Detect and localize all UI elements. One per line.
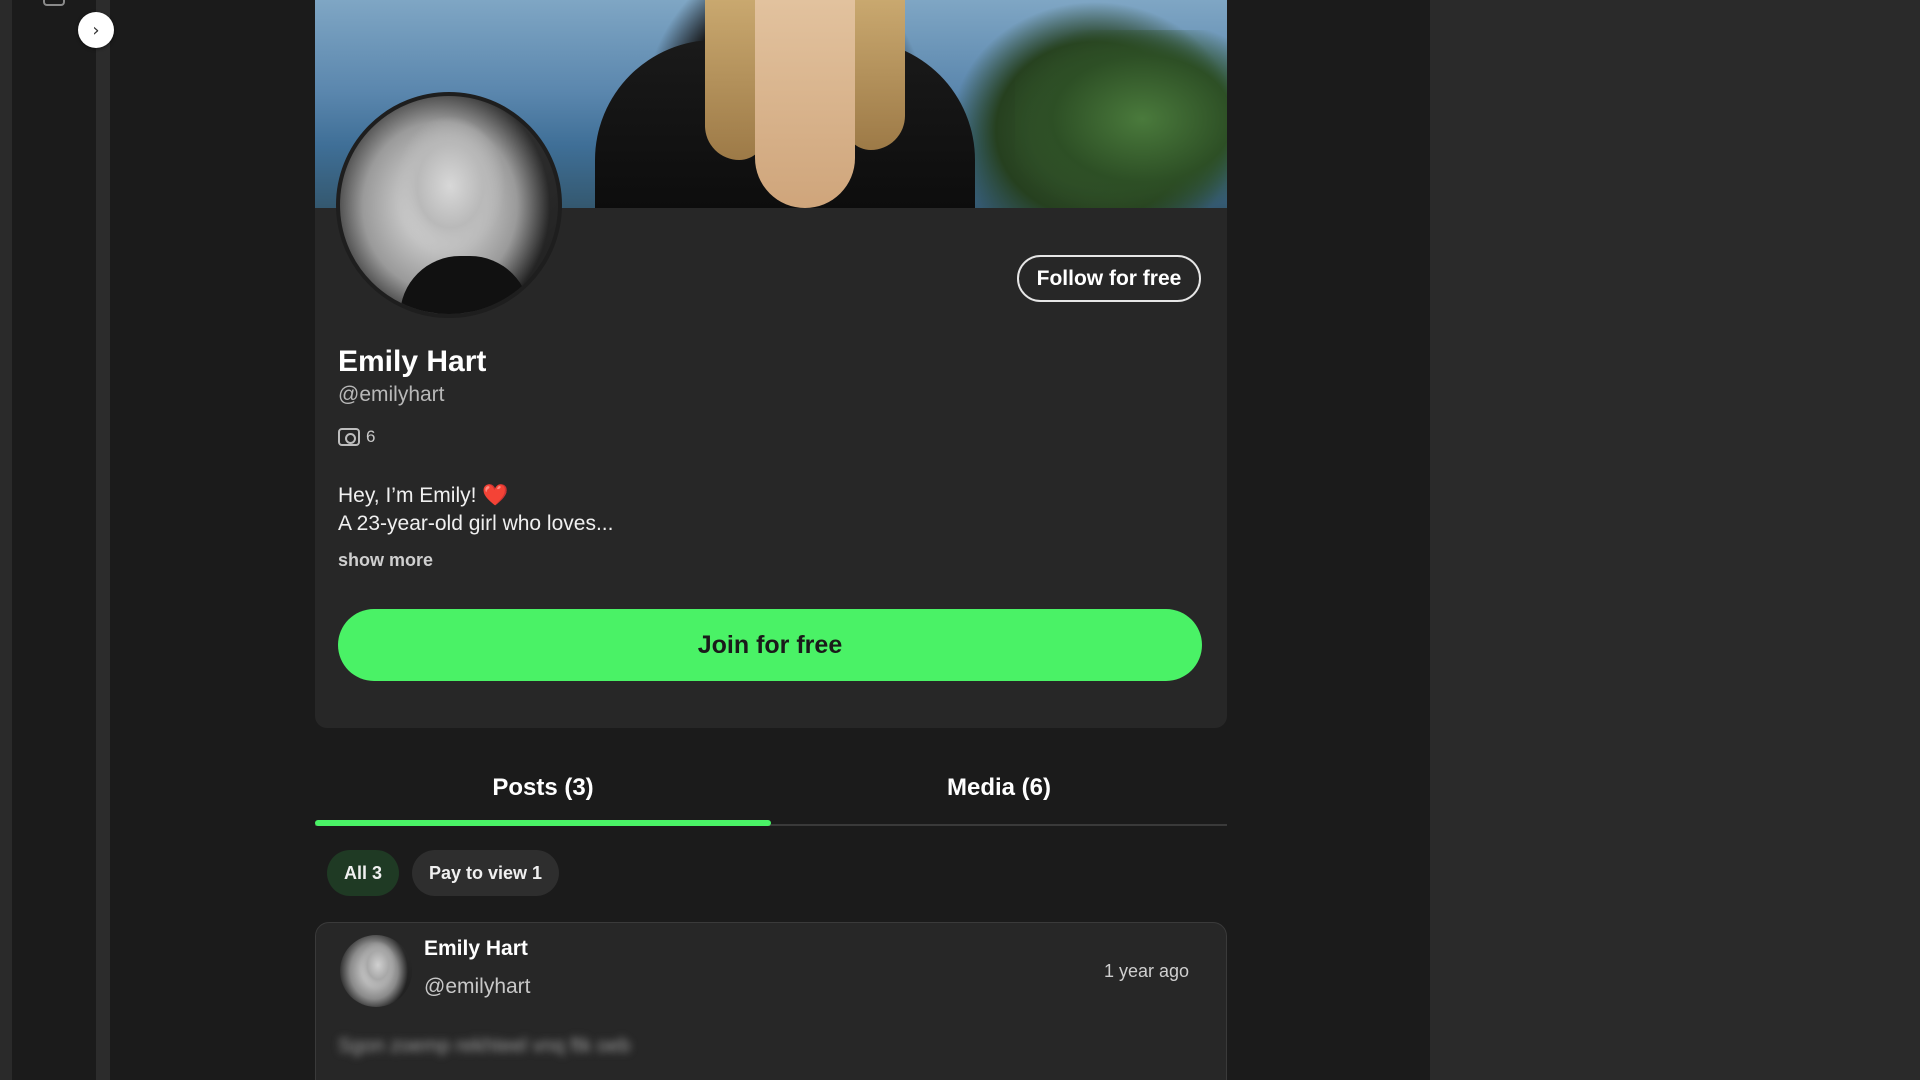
media-count-value: 6 xyxy=(366,427,376,446)
post-timestamp: 1 year ago xyxy=(1103,961,1189,981)
profile-card: Follow for free Emily Hart @emilyhart 6 … xyxy=(315,0,1227,728)
post-filters: All 3 Pay to view 1 xyxy=(327,850,560,896)
post-card[interactable]: Emily Hart @emilyhart 1 year ago Sgon zo… xyxy=(315,922,1227,1080)
sidebar-divider xyxy=(96,0,110,1080)
post-text: Sgon zoemp rekhteel vnq ftk oeb xyxy=(338,1035,631,1057)
filter-all[interactable]: All 3 xyxy=(327,850,400,896)
media-count: 6 xyxy=(338,427,375,447)
bio-line-2: A 23-year-old girl who loves... xyxy=(338,512,614,535)
sidebar-gap xyxy=(12,0,96,1080)
profile-handle: @emilyhart xyxy=(338,383,445,406)
profile-bio: Hey, I’m Emily! ❤️ A 23-year-old girl wh… xyxy=(338,482,613,538)
outer-rail xyxy=(0,0,12,1080)
heart-icon: ❤️ xyxy=(482,484,509,507)
show-more-link[interactable]: show more xyxy=(338,550,433,571)
app-root: › Follow for free Emily Hart @emilyhart … xyxy=(0,0,1920,1080)
profile-avatar xyxy=(336,92,562,318)
profile-name: Emily Hart xyxy=(338,345,487,378)
avatar[interactable] xyxy=(340,935,412,1007)
tab-media[interactable]: Media (6) xyxy=(771,760,1227,824)
join-button[interactable]: Join for free xyxy=(338,609,1202,681)
post-author-name[interactable]: Emily Hart xyxy=(424,937,528,961)
content-tabs: Posts (3) Media (6) xyxy=(315,760,1227,826)
camera-icon xyxy=(338,428,360,446)
right-pane xyxy=(1430,0,1920,1080)
tab-posts[interactable]: Posts (3) xyxy=(315,760,771,826)
nav-icon[interactable] xyxy=(43,0,65,6)
chevron-right-icon[interactable]: › xyxy=(78,12,114,48)
bio-line-1: Hey, I’m Emily! ❤️ xyxy=(338,484,509,507)
post-author-handle: @emilyhart xyxy=(424,975,531,998)
follow-button[interactable]: Follow for free xyxy=(1017,255,1201,302)
filter-pay-to-view[interactable]: Pay to view 1 xyxy=(412,850,560,896)
